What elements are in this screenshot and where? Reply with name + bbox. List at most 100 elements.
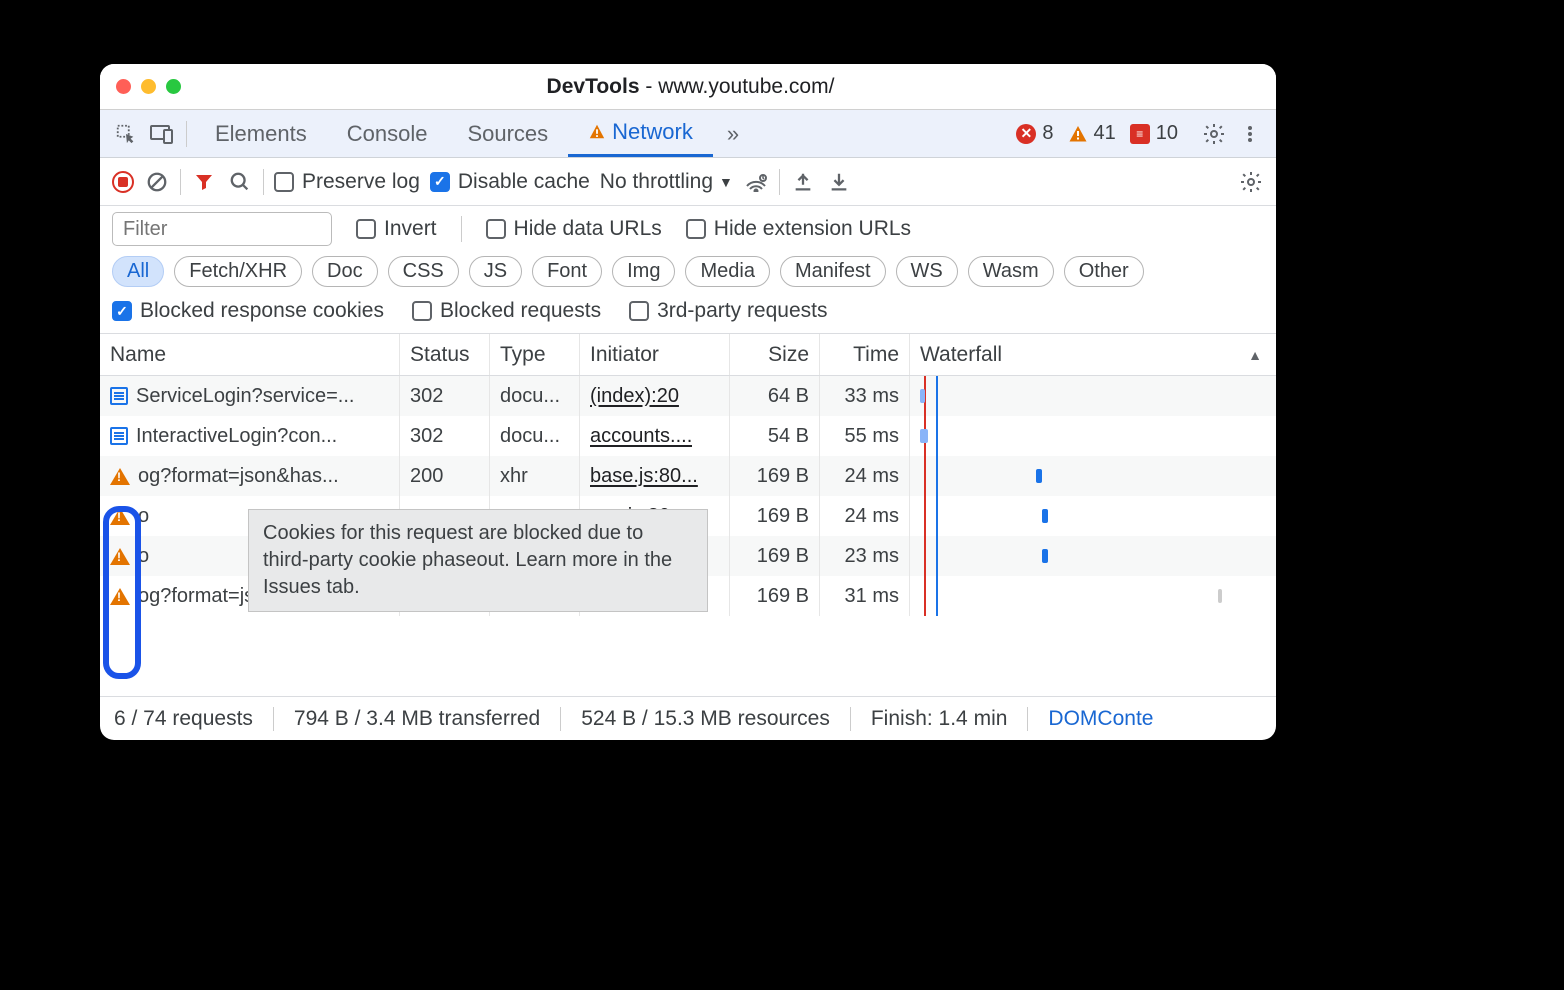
tab-network[interactable]: Network [568,110,713,157]
tab-console[interactable]: Console [327,110,448,157]
minimize-window-button[interactable] [141,79,156,94]
maximize-window-button[interactable] [166,79,181,94]
col-initiator[interactable]: Initiator [580,334,730,375]
blocked-requests-checkbox[interactable]: Blocked requests [412,299,601,323]
col-name[interactable]: Name [100,334,400,375]
disable-cache-checkbox[interactable]: Disable cache [430,170,590,194]
col-size[interactable]: Size [730,334,820,375]
panel-tabs: Elements Console Sources Network [195,110,713,157]
invert-checkbox[interactable]: Invert [356,217,437,241]
title-sep: - [640,75,659,98]
request-size: 169 B [730,576,820,616]
clear-button[interactable] [144,169,170,195]
chip-img[interactable]: Img [612,256,675,287]
resources: 524 B / 15.3 MB resources [581,707,830,731]
chip-all[interactable]: All [112,256,164,287]
throttling-select[interactable]: No throttling ▼ [600,170,733,194]
request-size: 64 B [730,376,820,416]
request-type: xhr [490,456,580,496]
request-waterfall [910,376,1276,416]
extra-filters-row: Blocked response cookies Blocked request… [100,295,1276,334]
request-status: 302 [400,416,490,456]
device-toolbar-icon[interactable] [146,118,178,150]
request-size: 54 B [730,416,820,456]
hide-extension-urls-checkbox[interactable]: Hide extension URLs [686,217,911,241]
warnings-count: 41 [1094,122,1116,145]
request-name: InteractiveLogin?con... [136,425,337,448]
chip-manifest[interactable]: Manifest [780,256,886,287]
request-time: 55 ms [820,416,910,456]
chip-other[interactable]: Other [1064,256,1144,287]
chip-wasm[interactable]: Wasm [968,256,1054,287]
search-icon[interactable] [227,169,253,195]
requests-count: 6 / 74 requests [114,707,253,731]
inspect-element-icon[interactable] [110,118,142,150]
document-icon [110,427,128,445]
tab-elements[interactable]: Elements [195,110,327,157]
request-waterfall [910,536,1276,576]
request-initiator[interactable]: (index):20 [590,385,679,408]
kebab-menu-icon[interactable] [1234,118,1266,150]
issues-badge[interactable]: ≡ 10 [1126,122,1182,145]
preserve-log-checkbox[interactable]: Preserve log [274,170,420,194]
title-url: www.youtube.com/ [658,75,834,98]
request-initiator[interactable]: base.js:80... [590,465,698,488]
settings-icon[interactable] [1198,118,1230,150]
hide-data-urls-checkbox[interactable]: Hide data URLs [486,217,662,241]
col-status[interactable]: Status [400,334,490,375]
warnings-badge[interactable]: 41 [1064,122,1120,145]
request-waterfall [910,576,1276,616]
table-row[interactable]: ServiceLogin?service=...302docu...(index… [100,376,1276,416]
titlebar: DevTools - www.youtube.com/ [100,64,1276,110]
filter-row: Invert Hide data URLs Hide extension URL… [100,206,1276,252]
more-tabs-button[interactable]: » [717,121,749,147]
import-har-icon[interactable] [790,169,816,195]
title-app: DevTools [547,75,640,98]
devtools-window: DevTools - www.youtube.com/ Elements Con… [100,64,1276,740]
resource-type-chips: All Fetch/XHR Doc CSS JS Font Img Media … [100,252,1276,295]
chip-fetch-xhr[interactable]: Fetch/XHR [174,256,302,287]
col-time[interactable]: Time [820,334,910,375]
col-waterfall[interactable]: Waterfall ▲ [910,334,1276,375]
chip-doc[interactable]: Doc [312,256,378,287]
chip-ws[interactable]: WS [896,256,958,287]
window-title: DevTools - www.youtube.com/ [181,75,1200,99]
request-initiator[interactable]: accounts.... [590,425,692,448]
network-conditions-icon[interactable] [743,169,769,195]
panel-tabs-row: Elements Console Sources Network » ✕ 8 4… [100,110,1276,158]
domcontentloaded: DOMConte [1048,707,1153,731]
annotation-highlight [103,506,141,679]
tab-sources[interactable]: Sources [447,110,568,157]
filter-input[interactable] [112,212,332,246]
sort-indicator-icon: ▲ [1248,347,1262,363]
table-row[interactable]: InteractiveLogin?con...302docu...account… [100,416,1276,456]
requests-table-body: ServiceLogin?service=... 302docu... (index… [100,376,1276,696]
export-har-icon[interactable] [826,169,852,195]
warning-icon [110,468,130,485]
issues-count: 10 [1156,122,1178,145]
status-bar: 6 / 74 requests 794 B / 3.4 MB transferr… [100,696,1276,740]
request-name: ServiceLogin?service=... [136,385,354,408]
chip-media[interactable]: Media [685,256,769,287]
filter-icon[interactable] [191,169,217,195]
close-window-button[interactable] [116,79,131,94]
panel-settings-icon[interactable] [1238,169,1264,195]
table-row[interactable]: og?format=json&has...200xhrbase.js:80...… [100,456,1276,496]
request-size: 169 B [730,496,820,536]
request-waterfall [910,456,1276,496]
request-time: 33 ms [820,376,910,416]
chip-font[interactable]: Font [532,256,602,287]
request-waterfall [910,416,1276,456]
col-type[interactable]: Type [490,334,580,375]
request-type: docu... [490,376,580,416]
request-time: 24 ms [820,456,910,496]
errors-badge[interactable]: ✕ 8 [1012,122,1057,145]
chip-css[interactable]: CSS [388,256,459,287]
blocked-cookies-checkbox[interactable]: Blocked response cookies [112,299,384,323]
record-button[interactable] [112,171,134,193]
third-party-checkbox[interactable]: 3rd-party requests [629,299,827,323]
status-badges: ✕ 8 41 ≡ 10 [1012,122,1182,145]
error-icon: ✕ [1016,124,1036,144]
blocked-cookies-tooltip: Cookies for this request are blocked due… [248,509,708,612]
chip-js[interactable]: JS [469,256,522,287]
